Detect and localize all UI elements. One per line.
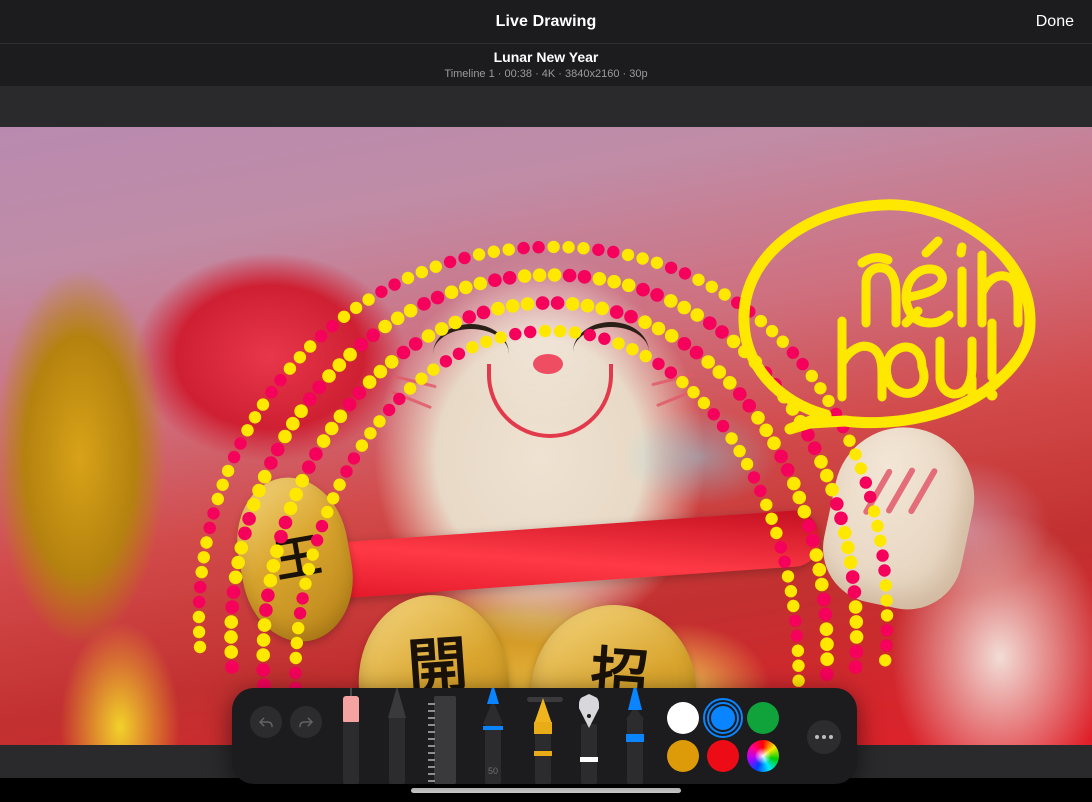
cat-mouth (487, 364, 613, 438)
color-swatch-green[interactable] (747, 702, 779, 734)
tool-eraser[interactable] (336, 688, 366, 784)
done-button[interactable]: Done (1036, 13, 1074, 31)
color-swatch-red[interactable] (707, 740, 739, 772)
ellipsis-dot (815, 735, 819, 739)
tool-fountain-pen[interactable] (574, 688, 604, 784)
tool-pencil[interactable] (382, 688, 412, 784)
redo-button[interactable] (290, 706, 322, 738)
color-swatch-blue[interactable] (707, 702, 739, 734)
project-metadata: Timeline 1 · 00:38 · 4K · 3840x2160 · 30… (444, 67, 647, 82)
undo-button[interactable] (250, 706, 282, 738)
cat-face (395, 292, 695, 542)
ruler-body (434, 696, 456, 784)
drawing-toolbar[interactable]: 50 (232, 688, 857, 784)
project-title: Lunar New Year (494, 49, 599, 66)
redo-icon (297, 713, 315, 731)
undo-icon (257, 713, 275, 731)
marker-color-band (626, 734, 644, 742)
pen-tip (487, 688, 499, 704)
video-preview-canvas[interactable]: 王 開運 招財 (0, 127, 1092, 745)
marker-tip (628, 688, 642, 710)
eraser-tip (343, 696, 359, 722)
pen-color-band (483, 726, 503, 730)
tool-crayon[interactable] (528, 688, 558, 784)
more-options-button[interactable] (807, 720, 841, 754)
color-swatch-grid (667, 702, 783, 772)
project-header: Lunar New Year Timeline 1 · 00:38 · 4K ·… (0, 44, 1092, 86)
color-swatch-orange[interactable] (667, 740, 699, 772)
crayon-tip (534, 698, 552, 724)
letterbox-top (0, 86, 1092, 127)
color-picker-wheel[interactable] (747, 740, 779, 772)
tool-marker[interactable] (620, 688, 650, 784)
tool-ruler[interactable] (428, 688, 462, 784)
live-drawing-screen: Live Drawing Done Lunar New Year Timelin… (0, 0, 1092, 802)
pencil-tip (388, 688, 406, 718)
pen-size-label: 50 (488, 766, 498, 776)
navigation-bar: Live Drawing Done (0, 0, 1092, 43)
home-indicator[interactable] (411, 788, 681, 793)
fountain-pen-band (580, 757, 598, 762)
ruler-ticks (428, 698, 435, 782)
ellipsis-dot (829, 735, 833, 739)
page-title: Live Drawing (496, 13, 597, 31)
fountain-pen-nib (579, 694, 599, 728)
color-swatch-white[interactable] (667, 702, 699, 734)
tool-pen[interactable]: 50 (478, 688, 508, 784)
ellipsis-dot (822, 735, 826, 739)
tool-strip: 50 (336, 688, 661, 784)
